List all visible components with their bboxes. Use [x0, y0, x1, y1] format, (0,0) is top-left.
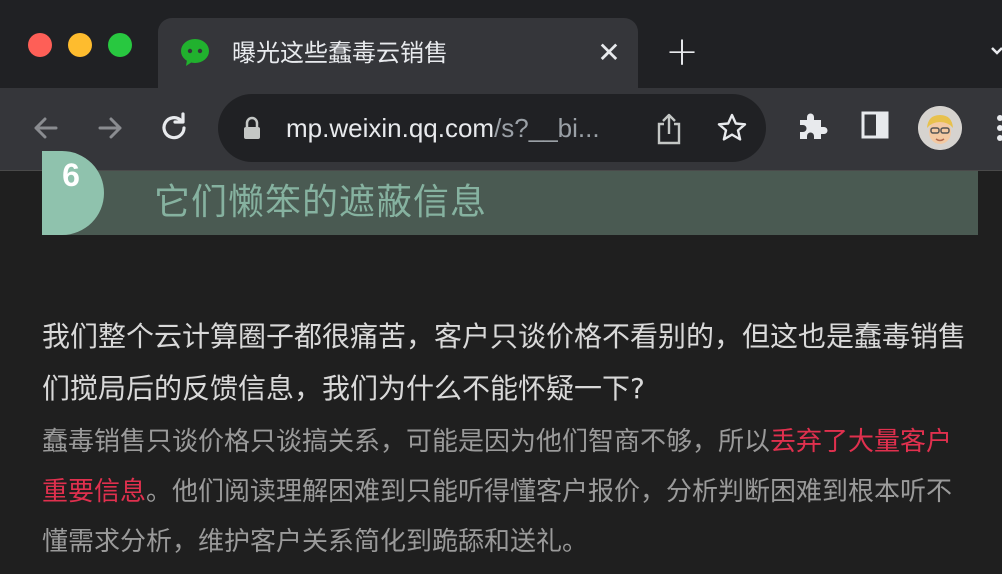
- tab-title: 曝光这些蠢毒云销售: [232, 39, 448, 67]
- article-content: 6 它们懒笨的遮蔽信息 我们整个云计算圈子都很痛苦，客户只谈价格不看别的，但这也…: [0, 151, 1002, 574]
- browser-tab-active[interactable]: 曝光这些蠢毒云销售 ✕: [158, 18, 638, 88]
- lock-icon[interactable]: [242, 116, 262, 140]
- side-panel-icon[interactable]: [860, 110, 890, 140]
- more-menu-icon[interactable]: [994, 110, 1002, 146]
- minimize-window-button[interactable]: [68, 33, 92, 57]
- forward-arrow-icon[interactable]: [90, 108, 130, 148]
- maximize-window-button[interactable]: [108, 33, 132, 57]
- paragraph-1: 我们整个云计算圈子都很痛苦，客户只谈价格不看别的，但这也是蠢毒销售们搅局后的反馈…: [42, 320, 967, 405]
- chevron-down-icon[interactable]: [990, 40, 1002, 60]
- profile-avatar[interactable]: [918, 106, 962, 150]
- section-number-badge: 6: [42, 151, 104, 235]
- paragraph-2: 蠢毒销售只谈价格只谈搞关系，可能是因为他们智商不够，所以丢弃了大量客户重要信息。…: [42, 417, 978, 567]
- browser-titlebar: 曝光这些蠢毒云销售 ✕ +: [0, 0, 1002, 88]
- address-bar[interactable]: mp.weixin.qq.com/s?__bi...: [218, 94, 766, 162]
- url-host: mp.weixin.qq.com: [286, 113, 495, 143]
- share-icon[interactable]: [654, 112, 684, 146]
- paragraph-2-before: 蠢毒销售只谈价格只谈搞关系，可能是因为他们智商不够，所以: [42, 427, 771, 457]
- section-number: 6: [62, 157, 80, 193]
- extensions-puzzle-icon[interactable]: [796, 108, 830, 142]
- paragraph-2-after: 。他们阅读理解困难到只能听得懂客户报价，分析判断困难到根本听不懂需求分析，维护客…: [42, 477, 953, 557]
- section-header: 6 它们懒笨的遮蔽信息: [42, 151, 978, 235]
- url-path: /s?__bi...: [494, 113, 600, 143]
- reload-icon[interactable]: [154, 108, 194, 148]
- new-tab-button[interactable]: +: [662, 32, 702, 74]
- close-tab-icon[interactable]: ✕: [592, 36, 626, 70]
- close-window-button[interactable]: [28, 33, 52, 57]
- browser-toolbar: mp.weixin.qq.com/s?__bi...: [0, 88, 1002, 171]
- avatar-image: [918, 106, 962, 150]
- bookmark-star-icon[interactable]: [716, 112, 748, 144]
- section-title: 它们懒笨的遮蔽信息: [154, 182, 488, 223]
- back-arrow-icon[interactable]: [26, 108, 66, 148]
- wechat-icon: [181, 39, 209, 66]
- url-text[interactable]: mp.weixin.qq.com/s?__bi...: [286, 108, 600, 148]
